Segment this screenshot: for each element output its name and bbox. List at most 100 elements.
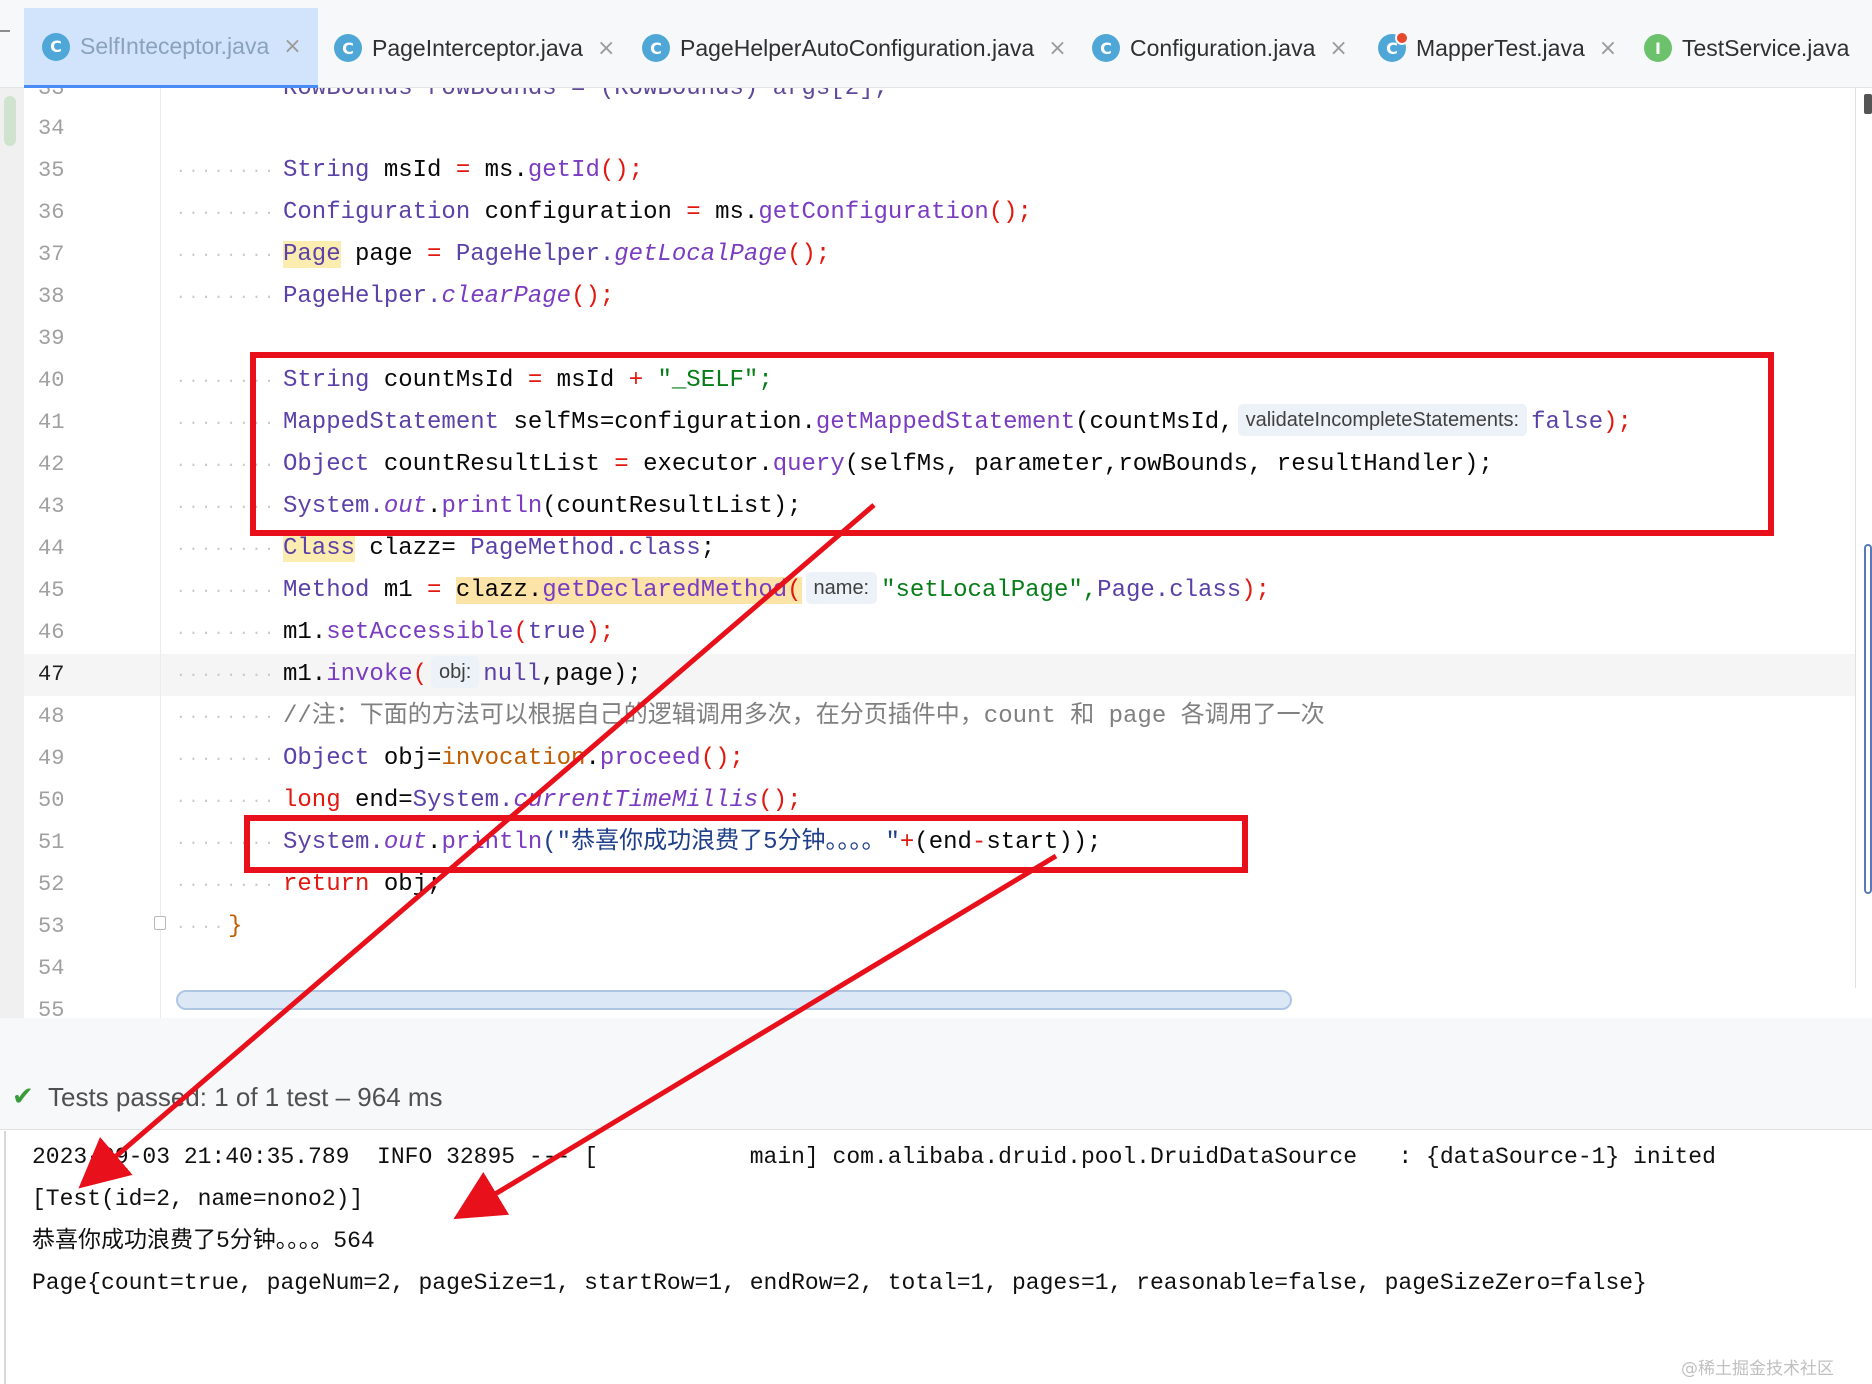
code-text: Page page = PageHelper.getLocalPage(); xyxy=(283,234,830,276)
token-ref: m1. xyxy=(283,619,327,646)
token-ref: m1. xyxy=(283,661,327,688)
check-icon: ✔ xyxy=(12,1082,34,1112)
close-icon[interactable]: × xyxy=(283,34,301,59)
token-method: getId xyxy=(527,157,600,184)
code-line-54[interactable]: 54 xyxy=(0,948,1856,990)
token-type: String xyxy=(283,157,370,184)
indent-guide: ········ xyxy=(176,582,277,600)
token-static-method: currentTimeMillis xyxy=(513,787,759,814)
tab-testservice[interactable]: I TestService.java xyxy=(1644,8,1849,88)
indent-guide: ········ xyxy=(176,204,277,222)
token-assign: obj= xyxy=(383,745,442,772)
token-op: = xyxy=(455,157,471,184)
line-number: 34 xyxy=(38,116,65,141)
line-number: 54 xyxy=(38,956,65,981)
tab-label: PageHelperAutoConfiguration.java xyxy=(680,34,1035,61)
tab-mappertest[interactable]: C MapperTest.java × xyxy=(1378,8,1617,88)
code-editor[interactable]: 33 RowBounds rowBounds = (RowBounds) arg… xyxy=(0,88,1872,1018)
tab-label: PageInterceptor.java xyxy=(372,34,583,61)
watermark: @稀土掘金技术社区 xyxy=(1681,1359,1834,1379)
code-text: Object obj=invocation.proceed(); xyxy=(283,738,744,780)
console-output[interactable]: 2023-09-03 21:40:35.789 INFO 32895 --- [… xyxy=(4,1131,1872,1384)
token-type: long xyxy=(283,787,341,814)
indent-guide: ········ xyxy=(176,708,277,726)
code-text: Method m1 = clazz.getDeclaredMethod(name… xyxy=(283,570,1270,612)
tab-label: Configuration.java xyxy=(1130,34,1316,61)
line-number: 35 xyxy=(38,158,65,183)
java-class-icon: C xyxy=(1092,34,1120,62)
token-ref: clazz. xyxy=(455,577,543,604)
code-text: PageHelper.clearPage(); xyxy=(283,276,614,318)
code-line-53[interactable]: 53 ···· } xyxy=(0,906,1856,948)
code-line-36[interactable]: 36 ········ Configuration configuration … xyxy=(0,192,1856,234)
token-punct: ( xyxy=(513,619,528,646)
error-stripe-marker[interactable] xyxy=(1864,94,1872,114)
editor-tab-bar: C SelfInteceptor.java × C PageIntercepto… xyxy=(0,0,1872,88)
java-interface-icon: I xyxy=(1644,34,1672,62)
tab-overflow-marker xyxy=(0,30,10,32)
annotation-box-count-query xyxy=(250,352,1774,536)
code-line-37[interactable]: 37 ········ Page page = PageHelper.getLo… xyxy=(0,234,1856,276)
code-line-34[interactable]: 34 xyxy=(0,108,1856,150)
close-icon[interactable]: × xyxy=(597,36,615,61)
tab-selfinteceptor[interactable]: C SelfInteceptor.java × xyxy=(24,8,318,88)
console-line: Page{count=true, pageNum=2, pageSize=1, … xyxy=(32,1270,1647,1296)
vertical-scrollbar-thumb[interactable] xyxy=(1864,544,1872,894)
token-type: Class xyxy=(283,535,356,562)
token-literal: true xyxy=(527,619,586,646)
close-icon[interactable]: × xyxy=(1329,36,1347,61)
code-line-47[interactable]: 47 ········ m1.invoke(obj: null,page); xyxy=(0,654,1856,696)
test-status-text: Tests passed: 1 of 1 test – 964 ms xyxy=(48,1082,443,1112)
token-ref: PageMethod. xyxy=(470,535,629,562)
token-punct: (); xyxy=(700,745,744,772)
token-punct: ); xyxy=(585,619,615,646)
code-line-48[interactable]: 48 ········ //注：下面的方法可以根据自己的逻辑调用多次，在分页插件… xyxy=(0,696,1856,738)
code-line-35[interactable]: 35 ········ String msId = ms.getId(); xyxy=(0,150,1856,192)
line-number: 47 xyxy=(38,662,65,687)
console-line: 恭喜你成功浪费了5分钟。。。。564 xyxy=(32,1228,375,1254)
code-text: m1.invoke(obj: null,page); xyxy=(283,654,642,696)
token-static-method: clearPage xyxy=(441,283,572,310)
fold-icon[interactable] xyxy=(154,916,166,930)
token-assign: end= xyxy=(355,787,413,814)
code-line-38[interactable]: 38 ········ PageHelper.clearPage(); xyxy=(0,276,1856,318)
code-line-45[interactable]: 45 ········ Method m1 = clazz.getDeclare… xyxy=(0,570,1856,612)
line-number: 52 xyxy=(38,872,65,897)
code-line-46[interactable]: 46 ········ m1.setAccessible(true); xyxy=(0,612,1856,654)
token-keyword: return xyxy=(283,871,370,898)
line-number: 44 xyxy=(38,536,65,561)
token-keyword: class xyxy=(628,535,701,562)
code-line-33[interactable]: 33 RowBounds rowBounds = (RowBounds) arg… xyxy=(0,88,1856,110)
token-punct: ( xyxy=(787,577,802,604)
close-icon[interactable]: × xyxy=(1048,36,1066,61)
java-class-icon: C xyxy=(642,34,670,62)
tab-configuration[interactable]: C Configuration.java × xyxy=(1092,8,1348,88)
token-keyword: class xyxy=(1169,577,1242,604)
tab-label: MapperTest.java xyxy=(1416,34,1585,61)
indent-guide: ········ xyxy=(176,246,277,264)
close-icon[interactable]: × xyxy=(1599,36,1617,61)
code-line-49[interactable]: 49 ········ Object obj=invocation.procee… xyxy=(0,738,1856,780)
java-class-icon: C xyxy=(334,34,362,62)
tab-pageinterceptor[interactable]: C PageInterceptor.java × xyxy=(334,8,615,88)
tab-pagehelperautoconfiguration[interactable]: C PageHelperAutoConfiguration.java × xyxy=(642,8,1067,88)
line-number: 49 xyxy=(38,746,65,771)
horizontal-scrollbar-thumb[interactable] xyxy=(176,990,1292,1010)
token-punct: ); xyxy=(1241,577,1271,604)
token-punct: (); xyxy=(758,787,802,814)
code-text: m1.setAccessible(true); xyxy=(283,612,614,654)
token-method: getDeclaredMethod xyxy=(542,577,788,604)
token-ref: System. xyxy=(412,787,514,814)
indent-guide: ········ xyxy=(176,288,277,306)
indent-guide: ········ xyxy=(176,666,277,684)
token-ref: PageHelper. xyxy=(455,241,615,268)
line-number: 53 xyxy=(38,914,65,939)
token-punct: (); xyxy=(571,283,615,310)
line-number: 42 xyxy=(38,452,65,477)
run-tool-window: ✔ Tests passed: 1 of 1 test – 964 ms 202… xyxy=(0,1018,1872,1384)
token-ref: Page. xyxy=(1097,577,1170,604)
token-ref: PageHelper. xyxy=(283,283,442,310)
line-number: 40 xyxy=(38,368,65,393)
parameter-hint: name: xyxy=(805,572,878,604)
line-number: 48 xyxy=(38,704,65,729)
